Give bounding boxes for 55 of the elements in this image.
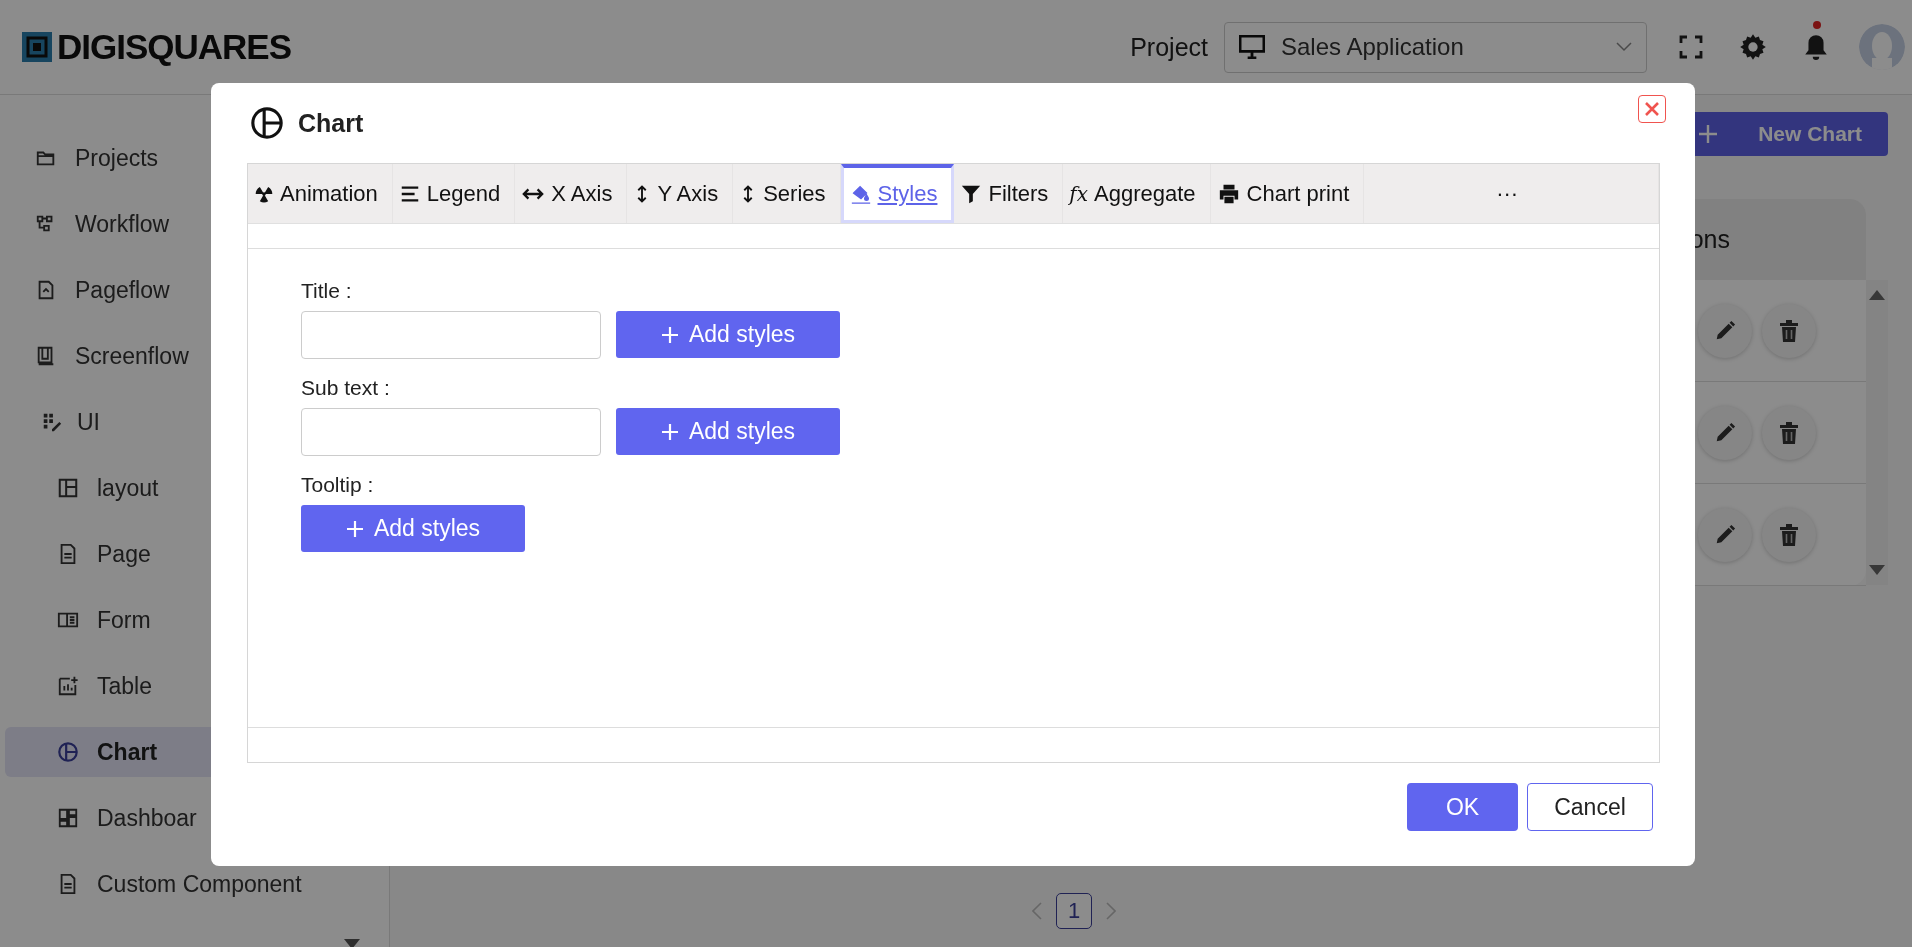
pencil-icon [1714, 421, 1736, 444]
scroll-down-icon[interactable] [344, 939, 360, 947]
chevron-down-icon [1616, 42, 1632, 52]
function-icon: fx [1069, 181, 1088, 206]
trash-icon [1779, 319, 1799, 342]
grid-pencil-icon [41, 411, 63, 433]
sidebar-item[interactable]: Dashboar [5, 793, 389, 843]
pencil-icon [1714, 523, 1736, 546]
text-field[interactable] [301, 408, 601, 456]
add-styles-button[interactable]: Add styles [616, 311, 840, 358]
sidebar-item[interactable]: Table [5, 661, 389, 711]
delete-button[interactable] [1762, 405, 1816, 460]
settings-icon[interactable] [1739, 33, 1767, 61]
close-button[interactable] [1638, 95, 1666, 123]
project-select[interactable]: Sales Application [1224, 21, 1647, 73]
pencil-icon [1714, 319, 1736, 342]
sidebar-item[interactable]: Form [5, 595, 389, 645]
add-styles-button[interactable]: Add styles [301, 505, 525, 552]
text-field[interactable] [301, 311, 601, 359]
field-label: Title : [301, 279, 353, 303]
delete-button[interactable] [1762, 303, 1816, 358]
add-styles-button[interactable]: Add styles [616, 408, 840, 455]
plus-icon [660, 325, 679, 344]
edit-button[interactable] [1698, 507, 1752, 562]
paint-bucket-icon [849, 183, 872, 205]
monitor-icon [1239, 35, 1265, 59]
pie-chart-icon [57, 741, 79, 763]
layout-icon [57, 477, 79, 499]
scroll-down-icon[interactable] [1869, 565, 1885, 575]
edit-button[interactable] [1698, 405, 1752, 460]
plus-icon [660, 422, 679, 441]
scroll-up-icon[interactable] [1869, 290, 1885, 300]
trash-icon [1779, 523, 1799, 546]
dashboard-icon [57, 807, 79, 829]
page-button[interactable]: 1 [1056, 893, 1092, 929]
tab[interactable]: Styles [840, 164, 955, 223]
chart-add-icon [57, 675, 79, 697]
close-icon [1644, 101, 1660, 117]
edit-button[interactable] [1698, 303, 1752, 358]
trash-icon [1779, 421, 1799, 444]
cancel-button[interactable]: Cancel [1527, 783, 1653, 831]
pie-chart-icon [250, 106, 284, 140]
scrollbar[interactable] [1866, 280, 1888, 585]
field-label: Tooltip : [301, 473, 375, 497]
delete-button[interactable] [1762, 507, 1816, 562]
logo-icon [22, 32, 52, 62]
plus-icon [1698, 124, 1719, 144]
ok-button[interactable]: OK [1407, 783, 1518, 831]
sidebar-item[interactable]: UI [5, 397, 389, 447]
project-label: Project [1130, 32, 1208, 62]
bell-icon[interactable] [1803, 33, 1829, 61]
plus-icon [345, 519, 364, 538]
sidebar-item[interactable]: Custom Component [5, 859, 389, 909]
logo-text: DIGISQUARES [57, 27, 292, 67]
fullscreen-icon[interactable] [1679, 35, 1703, 59]
